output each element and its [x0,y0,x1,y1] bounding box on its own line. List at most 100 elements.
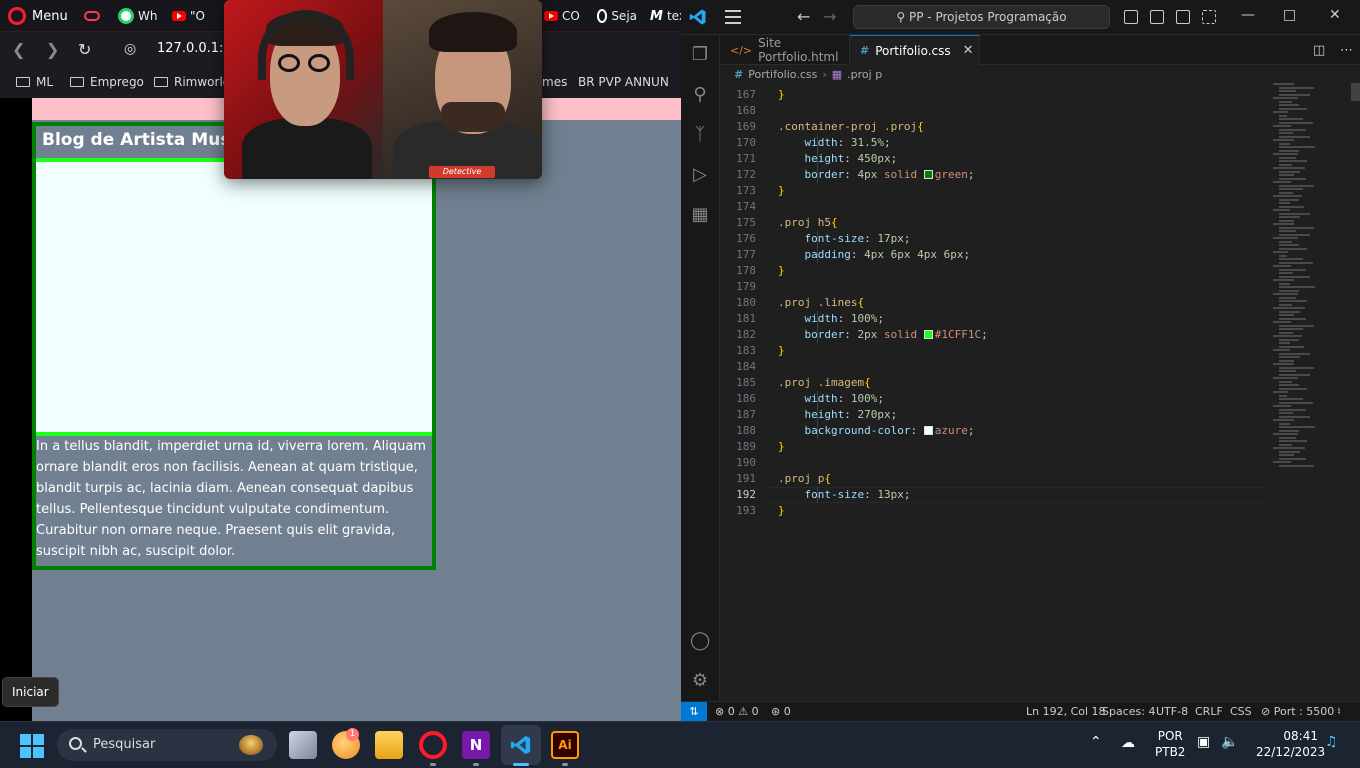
bookmark-emprego[interactable]: Emprego [70,75,144,89]
toggle-panel-icon[interactable] [1150,10,1164,24]
opera-browser-icon[interactable] [419,731,447,759]
code-line[interactable]: 183} [720,343,1306,359]
problems-indicator[interactable]: ⊗ 0 ⚠ 0 [715,705,759,718]
indentation[interactable]: Spaces: 4 [1102,705,1155,718]
code-line[interactable]: 167} [720,87,1306,103]
menu-icon[interactable] [725,10,741,24]
code-line[interactable]: 176 font-size: 17px; [720,231,1306,247]
command-center[interactable]: ⚲ PP - Projetos Programação [853,5,1110,29]
settings-gear-icon[interactable]: ⚙ [690,671,710,691]
line-ending[interactable]: CRLF [1195,705,1223,718]
code-line[interactable]: 168 [720,103,1306,119]
notifications-bell-icon[interactable]: ♮ [1337,705,1341,718]
account-icon[interactable]: ◯ [690,631,710,651]
search-icon[interactable]: ⚲ [690,85,710,105]
code-line[interactable]: 177 padding: 4px 6px 4px 6px; [720,247,1306,263]
browser-tab-whatsapp[interactable]: Wh [118,6,160,26]
minimap-line [1279,352,1310,355]
task-view-icon[interactable] [289,731,317,759]
site-info-icon[interactable]: ◎ [124,41,136,57]
code-line[interactable]: 186 width: 100%; [720,391,1306,407]
bookmark-br-pvp[interactable]: BR PVP ANNUN [578,75,681,89]
minimap-line [1279,412,1293,414]
clock[interactable]: 08:41 22/12/2023 [1256,728,1325,760]
network-icon[interactable]: ▣ [1197,734,1210,750]
maximize-icon[interactable]: □ [1283,7,1296,23]
nav-forward-icon[interactable]: → [823,7,836,26]
volume-icon[interactable]: 🔈 [1221,734,1238,750]
bookmark-mes[interactable]: mes [542,75,567,89]
cursor-position[interactable]: Ln 192, Col 18 [1026,705,1106,718]
code-line[interactable]: 175 .proj h5{ [720,215,1306,231]
code-line[interactable]: 184 [720,359,1306,375]
breadcrumb-symbol[interactable]: .proj p [847,68,882,81]
code-line[interactable]: 173} [720,183,1306,199]
code-line[interactable]: 171 height: 450px; [720,151,1306,167]
tab-portifolio-css[interactable]: # Portifolio.css ✕ [850,35,980,65]
code-line[interactable]: 169 .container-proj .proj{ [720,119,1306,135]
tray-status-icon[interactable]: ☁ [1121,735,1135,751]
code-line[interactable]: 193} [720,503,1306,519]
code-line[interactable]: 178} [720,263,1306,279]
extensions-icon[interactable]: ▦ [690,205,710,225]
editor-scrollbar[interactable] [1351,83,1360,101]
back-icon[interactable]: ❮ [12,40,25,59]
start-tooltip: Iniciar [2,677,59,707]
encoding[interactable]: UTF-8 [1156,705,1188,718]
live-server-port[interactable]: ⊘ Port : 5500 [1261,705,1334,718]
source-control-icon[interactable]: ᛉ [690,125,710,145]
customize-layout-icon[interactable] [1202,10,1216,24]
code-line[interactable]: 185 .proj .imagem{ [720,375,1306,391]
ports-indicator[interactable]: ⊛ 0 [771,705,791,718]
chevron-up-icon[interactable]: ⌃ [1090,734,1102,750]
code-editor[interactable]: 167} 168 169 .container-proj .proj{170 widt… [720,83,1306,701]
code-line[interactable]: 182 border: 2px solid #1CFF1C; [720,327,1306,343]
browser-tab-seja[interactable]: Seja [597,6,637,26]
more-actions-icon[interactable]: ⋯ [1340,43,1353,58]
code-line[interactable]: 191 .proj p{ [720,471,1306,487]
split-editor-icon[interactable]: ◫ [1313,43,1325,58]
language-mode[interactable]: CSS [1230,705,1252,718]
code-line[interactable]: 174 [720,199,1306,215]
minimap[interactable] [1273,83,1353,483]
toggle-secondary-sidebar-icon[interactable] [1176,10,1190,24]
breadcrumb-file[interactable]: Portifolio.css [748,68,817,81]
vscode-taskbar-button[interactable] [501,725,541,765]
browser-tab-medium[interactable]: M tex [650,6,681,26]
browser-tab-youtube-1[interactable]: "O [172,6,220,26]
notification-bell-icon[interactable]: ♫ [1325,734,1338,750]
browser-tab-youtube-2[interactable]: CO [544,6,586,26]
code-line[interactable]: 190 [720,455,1306,471]
code-line[interactable]: 179 [720,279,1306,295]
code-line[interactable]: 172 border: 4px solid green; [720,167,1306,183]
windows-start-icon[interactable] [20,734,44,758]
toggle-sidebar-icon[interactable] [1124,10,1138,24]
browser-tab-gamepad[interactable] [84,6,100,26]
minimize-icon[interactable]: — [1241,7,1255,23]
explorer-icon[interactable]: ❐ [690,45,710,65]
taskbar-search[interactable]: Pesquisar [57,729,277,761]
nav-back-icon[interactable]: ← [797,7,810,26]
onenote-icon[interactable]: N [462,731,490,759]
code-line[interactable]: 180 .proj .lines{ [720,295,1306,311]
illustrator-icon[interactable]: Ai [551,731,579,759]
bookmark-ml[interactable]: ML [16,75,53,89]
code-line[interactable]: 188 background-color: azure; [720,423,1306,439]
close-tab-icon[interactable]: ✕ [963,43,974,58]
language-indicator[interactable]: POR PTB2 [1155,728,1185,760]
close-icon[interactable]: ✕ [1329,7,1341,23]
opera-menu-button[interactable]: Menu [8,6,68,26]
run-debug-icon[interactable]: ▷ [690,165,710,185]
file-explorer-icon[interactable] [375,731,403,759]
tab-site-portfolio-html[interactable]: </> Site Portfolio.html [720,35,850,65]
code-line[interactable]: 189} [720,439,1306,455]
reload-icon[interactable]: ↻ [78,40,91,59]
forward-icon[interactable]: ❯ [46,40,59,59]
code-line[interactable]: 192 font-size: 13px; [720,487,1306,503]
remote-indicator-icon[interactable]: ⇅ [681,702,707,721]
code-line[interactable]: 181 width: 100%; [720,311,1306,327]
bookmark-rimworld[interactable]: Rimworld [154,75,230,89]
minimap-line [1279,261,1313,264]
code-line[interactable]: 170 width: 31.5%; [720,135,1306,151]
code-line[interactable]: 187 height: 270px; [720,407,1306,423]
